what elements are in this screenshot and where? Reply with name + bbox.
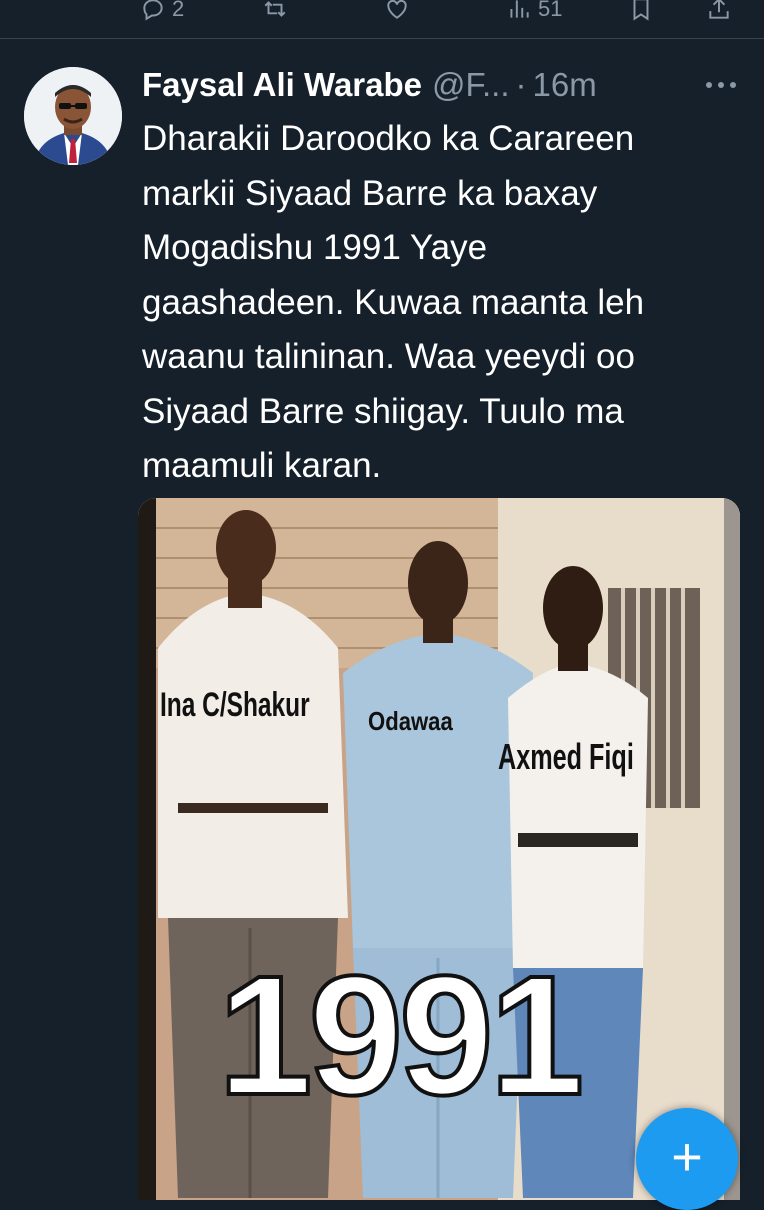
retweet-icon (264, 1, 286, 17)
tweet-timestamp[interactable]: 16m (533, 66, 597, 104)
photo-year-overlay: 1991 (216, 939, 586, 1133)
retweet-button[interactable] (262, 0, 288, 24)
like-button[interactable] (384, 0, 410, 24)
tweet-text: Dharakii Daroodko ka Carareen markii Siy… (142, 119, 645, 485)
author-avatar[interactable] (24, 67, 122, 165)
views-button[interactable]: 51 (506, 0, 562, 24)
bookmark-button[interactable] (628, 0, 654, 24)
compose-tweet-button[interactable]: + (636, 1108, 738, 1210)
tweet-media-image[interactable]: Ina C/Shakur Odawaa Axmed Fiqi 1991 (138, 498, 740, 1200)
heart-icon (387, 0, 407, 19)
author-handle[interactable]: @F... (432, 66, 510, 104)
share-icon (709, 0, 729, 19)
reply-count: 2 (172, 0, 185, 21)
share-button[interactable] (706, 0, 732, 24)
views-icon (510, 0, 529, 18)
photo-label: Axmed Fiqi (498, 736, 634, 777)
photo-label: Odawaa (368, 706, 453, 736)
bookmark-icon (633, 0, 649, 21)
avatar-photo (24, 67, 122, 165)
author-name[interactable]: Faysal Ali Warabe (142, 66, 422, 104)
reply-button[interactable]: 2 (140, 0, 184, 24)
more-options-button[interactable] (703, 72, 739, 98)
previous-tweet-action-bar: 2 51 (0, 0, 764, 39)
separator-dot: · (515, 66, 527, 103)
photo-label: Ina C/Shakur (160, 686, 310, 724)
tweet-header: Faysal Ali Warabe @F... · 16m (142, 62, 597, 108)
views-count: 51 (538, 0, 563, 21)
more-icon (706, 82, 736, 88)
plus-icon: + (671, 1127, 703, 1187)
reply-icon (143, 0, 163, 21)
